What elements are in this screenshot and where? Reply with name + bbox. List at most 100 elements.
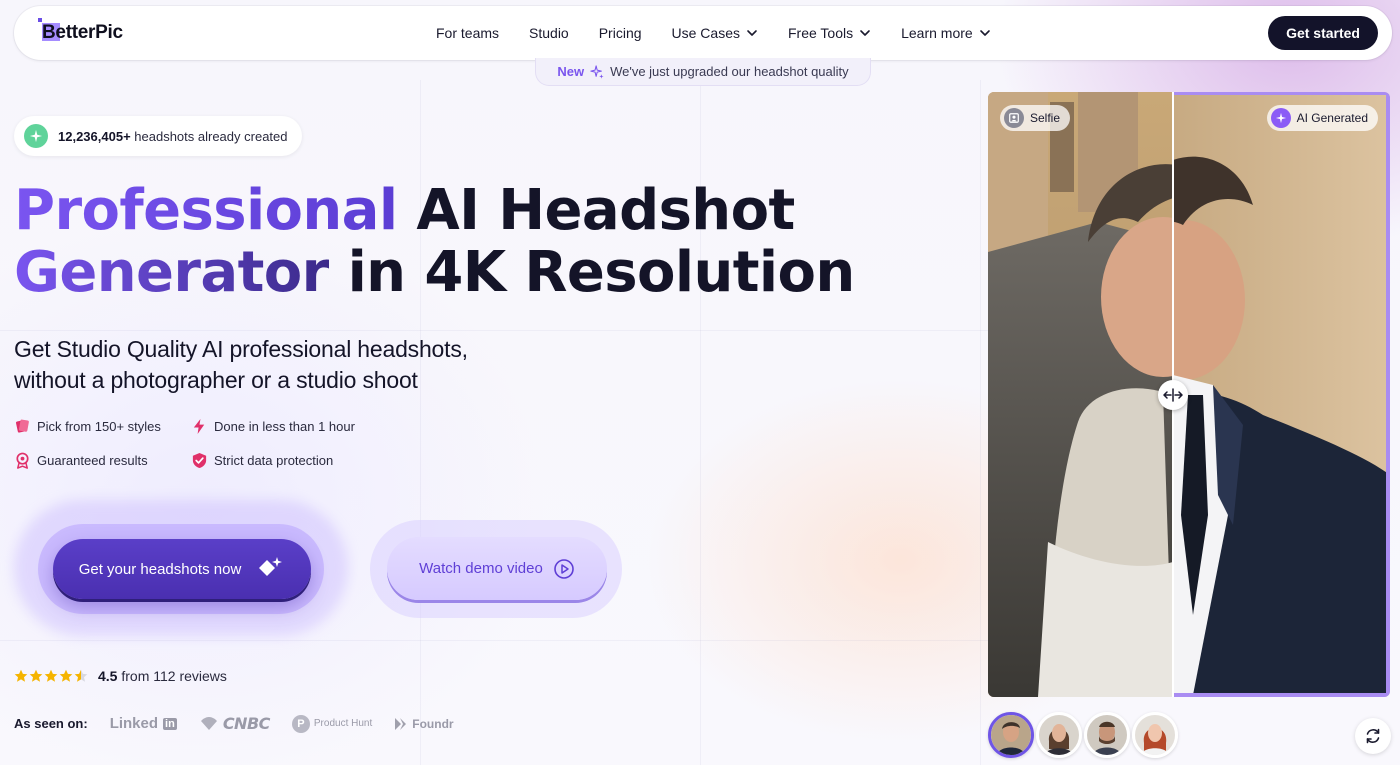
page-title: Professional AI Headshot Generator in 4K… (14, 180, 855, 304)
subtitle-line: without a photographer or a studio shoot (14, 367, 418, 393)
star-icon (14, 669, 28, 682)
headshot-counter: 12,236,405+ headshots already created (14, 116, 302, 156)
arrows-horizontal-icon (1163, 388, 1183, 402)
cnbc-logo: CNBC (199, 714, 270, 733)
peacock-icon (200, 716, 217, 730)
linkedin-in-box: in (163, 717, 177, 730)
foundr-text: Foundr (412, 716, 454, 731)
feature-item: Done in less than 1 hour (191, 416, 391, 436)
thumbnail-2[interactable] (1036, 712, 1082, 758)
cnbc-text: CNBC (222, 714, 271, 733)
refresh-icon (1366, 728, 1380, 744)
foundr-icon (395, 717, 407, 730)
comparison-slider-handle[interactable] (1158, 380, 1188, 410)
press-logos: As seen on: Linked in CNBC P Product Hunt … (14, 714, 454, 733)
nav-item-label: Pricing (598, 25, 642, 41)
counter-value: 12,236,405+ (58, 128, 131, 144)
new-badge: New (557, 64, 585, 79)
reviews-text: from 112 reviews (121, 668, 227, 684)
ai-generated-image (1173, 95, 1386, 693)
announcement-bar[interactable]: New We've just upgraded our headshot qua… (535, 58, 871, 86)
button-label: Watch demo video (419, 560, 543, 577)
chevron-down-icon (747, 30, 757, 36)
selfie-label-text: Selfie (1030, 111, 1061, 125)
feature-list: Pick from 150+ styles Done in less than … (14, 416, 391, 470)
feature-item: Strict data protection (191, 450, 391, 470)
sparkle-diamond-icon (259, 557, 283, 576)
star-icon (44, 669, 58, 682)
subtitle-line: Get Studio Quality AI professional heads… (14, 336, 468, 362)
grid-line (0, 330, 1000, 331)
announcement-text: We've just upgraded our headshot quality (610, 64, 849, 79)
chevron-down-icon (979, 30, 990, 36)
producthunt-text: Product Hunt (313, 718, 373, 729)
get-headshots-button[interactable]: Get your headshots now (53, 539, 311, 599)
ai-generated-label-text: AI Generated (1296, 111, 1368, 125)
ai-generated-label: AI Generated (1266, 105, 1378, 131)
thumbnail-1[interactable] (988, 712, 1034, 758)
feature-label: Pick from 150+ styles (37, 418, 161, 434)
feature-label: Done in less than 1 hour (214, 418, 355, 434)
brand-name: BetterPic (42, 22, 123, 43)
nav-item-label: Learn more (901, 25, 973, 41)
brand-logo[interactable]: BetterPic (38, 18, 123, 48)
star-rating (14, 669, 88, 683)
star-icon (74, 669, 88, 682)
hero-subtitle: Get Studio Quality AI professional heads… (14, 334, 468, 396)
reviews-summary: 4.5 from 112 reviews (14, 668, 227, 684)
feature-label: Guaranteed results (37, 452, 148, 468)
grid-line (980, 80, 981, 765)
thumbnail-3[interactable] (1084, 712, 1130, 758)
counter-text: headshots already created (134, 128, 288, 144)
sparkle-icon (1270, 108, 1291, 128)
linkedin-text: Linked (109, 715, 159, 732)
refresh-button[interactable] (1355, 718, 1391, 754)
sparkle-icon (590, 64, 604, 79)
nav-item-label: Studio (529, 25, 569, 41)
nav-item-for-teams[interactable]: For teams (436, 25, 499, 41)
top-navbar: BetterPic For teams Studio Pricing Use C… (14, 6, 1392, 60)
nav-item-learn-more[interactable]: Learn more (901, 25, 991, 41)
badge-icon (16, 452, 29, 469)
sparkle-icon (24, 124, 48, 148)
play-circle-icon (554, 558, 574, 579)
foundr-logo: Foundr (394, 716, 454, 731)
nav-item-use-cases[interactable]: Use Cases (672, 25, 758, 41)
nav-menu: For teams Studio Pricing Use Cases Free … (436, 6, 991, 60)
nav-item-label: For teams (436, 25, 500, 41)
photo-icon (1004, 108, 1024, 128)
grid-line (0, 640, 1000, 641)
nav-item-free-tools[interactable]: Free Tools (788, 25, 871, 41)
nav-item-pricing[interactable]: Pricing (599, 25, 642, 41)
title-rest-2: in 4K Resolution (347, 240, 856, 305)
producthunt-logo: P Product Hunt (291, 714, 373, 733)
selfie-photo (988, 92, 1173, 697)
thumbnail-4[interactable] (1132, 712, 1178, 758)
ai-generated-photo (1173, 92, 1390, 697)
star-icon (59, 669, 73, 682)
example-thumbnails (988, 712, 1178, 758)
cards-icon (16, 419, 29, 433)
selfie-image (988, 92, 1173, 697)
nav-item-label: Use Cases (671, 25, 740, 41)
chevron-down-icon (860, 30, 870, 36)
get-started-button[interactable]: Get started (1268, 16, 1378, 50)
lightning-icon (193, 418, 205, 434)
star-icon (29, 669, 43, 682)
before-after-comparison[interactable]: Selfie AI Generated (988, 92, 1390, 697)
selfie-label: Selfie (1000, 105, 1071, 131)
rating-value: 4.5 (98, 668, 118, 684)
feature-item: Guaranteed results (14, 450, 191, 470)
shield-check-icon (192, 452, 207, 468)
title-rest-1: AI Headshot (416, 178, 795, 243)
watch-demo-button[interactable]: Watch demo video (387, 537, 607, 600)
title-highlight-2: Generator (14, 240, 329, 305)
producthunt-icon: P (291, 714, 310, 733)
press-label: As seen on: (14, 716, 88, 731)
feature-label: Strict data protection (214, 452, 334, 468)
nav-item-studio[interactable]: Studio (529, 25, 569, 41)
feature-item: Pick from 150+ styles (14, 416, 191, 436)
linkedin-logo: Linked in (110, 715, 177, 732)
button-label: Get your headshots now (78, 560, 242, 578)
nav-item-label: Free Tools (787, 25, 854, 41)
